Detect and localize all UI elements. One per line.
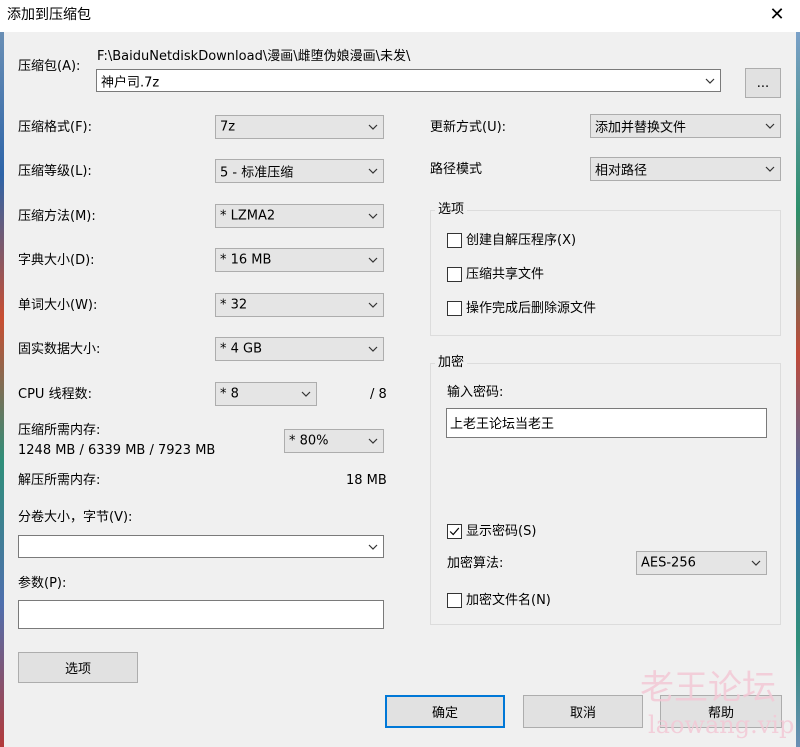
archive-name-value: 神户司.7z	[101, 75, 160, 90]
level-label: 压缩等级(L):	[18, 164, 92, 179]
path-mode-value: 相对路径	[595, 163, 648, 179]
method-label: 压缩方法(M):	[18, 209, 96, 224]
level-select[interactable]: 5 - 标准压缩	[215, 159, 384, 183]
dict-value: * 16 MB	[220, 252, 272, 268]
desktop-edge-left	[0, 32, 4, 747]
shared-files-checkbox[interactable]	[447, 267, 462, 282]
ok-button-label: 确定	[431, 706, 458, 721]
dict-label: 字典大小(D):	[18, 253, 95, 268]
mem-decompress-value: 18 MB	[346, 473, 387, 488]
volume-label: 分卷大小，字节(V):	[18, 510, 133, 525]
checkmark-icon	[449, 527, 460, 536]
chevron-down-icon	[368, 346, 378, 352]
path-mode-select[interactable]: 相对路径	[590, 157, 781, 181]
update-value: 添加并替换文件	[595, 120, 687, 136]
desktop-edge-right	[796, 32, 800, 747]
encrypt-names-checkbox[interactable]	[447, 593, 462, 608]
chevron-down-icon	[765, 123, 775, 129]
archive-label: 压缩包(A):	[18, 59, 81, 74]
mem-decompress-label: 解压所需内存:	[18, 473, 101, 488]
params-input[interactable]	[18, 600, 384, 629]
word-label: 单词大小(W):	[18, 298, 98, 313]
watermark-text: 老王论坛	[640, 668, 776, 708]
chevron-down-icon	[368, 124, 378, 130]
options-group-title: 选项	[435, 202, 468, 218]
solid-label: 固实数据大小:	[18, 342, 101, 357]
format-select[interactable]: 7z	[215, 115, 384, 139]
title-bar	[0, 0, 800, 32]
encryption-group	[430, 363, 781, 625]
options-button[interactable]: 选项	[18, 652, 138, 683]
encrypt-names-label[interactable]: 加密文件名(N)	[466, 593, 551, 609]
format-label: 压缩格式(F):	[18, 120, 93, 135]
solid-select[interactable]: * 4 GB	[215, 337, 384, 361]
chevron-down-icon	[368, 257, 378, 263]
sfx-checkbox[interactable]	[447, 233, 462, 248]
chevron-down-icon[interactable]	[705, 78, 715, 84]
method-value: * LZMA2	[220, 208, 276, 224]
window-title: 添加到压缩包	[7, 7, 91, 23]
ok-button[interactable]: 确定	[385, 695, 505, 728]
encryption-method-value: AES-256	[641, 555, 696, 571]
show-password-label[interactable]: 显示密码(S)	[466, 524, 536, 540]
threads-select[interactable]: * 8	[215, 382, 317, 406]
watermark-url: laowang.vip	[648, 711, 795, 739]
browse-button[interactable]: ...	[745, 68, 781, 98]
method-select[interactable]: * LZMA2	[215, 204, 384, 228]
chevron-down-icon	[368, 438, 378, 444]
password-label: 输入密码:	[447, 385, 504, 400]
word-value: * 32	[220, 297, 248, 313]
level-value: 5 - 标准压缩	[220, 165, 294, 181]
update-select[interactable]: 添加并替换文件	[590, 114, 781, 138]
threads-value: * 8	[220, 386, 239, 402]
mem-compress-label: 压缩所需内存:	[18, 423, 101, 438]
dict-select[interactable]: * 16 MB	[215, 248, 384, 272]
password-input[interactable]: 上老王论坛当老王	[446, 408, 767, 438]
mem-compress-detail: 1248 MB / 6339 MB / 7923 MB	[18, 443, 216, 458]
chevron-down-icon	[751, 560, 761, 566]
encryption-method-select[interactable]: AES-256	[636, 551, 767, 575]
browse-button-label: ...	[756, 75, 770, 91]
mem-compress-value: * 80%	[289, 433, 329, 449]
word-select[interactable]: * 32	[215, 293, 384, 317]
cancel-button-label: 取消	[569, 706, 596, 721]
mem-compress-select[interactable]: * 80%	[284, 429, 384, 453]
sfx-label[interactable]: 创建自解压程序(X)	[466, 233, 576, 249]
chevron-down-icon	[368, 168, 378, 174]
close-icon: ✕	[769, 4, 785, 25]
chevron-down-icon	[368, 302, 378, 308]
threads-max: / 8	[370, 387, 387, 402]
volume-combobox[interactable]	[18, 535, 384, 558]
update-label: 更新方式(U):	[430, 120, 507, 135]
chevron-down-icon[interactable]	[368, 544, 378, 550]
solid-value: * 4 GB	[220, 341, 263, 357]
chevron-down-icon	[765, 166, 775, 172]
password-value: 上老王论坛当老王	[450, 417, 555, 432]
delete-source-checkbox[interactable]	[447, 301, 462, 316]
delete-source-label[interactable]: 操作完成后删除源文件	[466, 301, 596, 317]
format-value: 7z	[220, 119, 236, 135]
shared-files-label[interactable]: 压缩共享文件	[466, 267, 544, 283]
threads-label: CPU 线程数:	[18, 387, 92, 402]
cancel-button[interactable]: 取消	[523, 695, 643, 728]
path-mode-label: 路径模式	[430, 162, 483, 177]
archive-path: F:\BaiduNetdiskDownload\漫画\雌堕伪娘漫画\未发\	[97, 49, 411, 64]
chevron-down-icon	[301, 391, 311, 397]
encryption-method-label: 加密算法:	[447, 556, 504, 571]
encryption-group-title: 加密	[435, 355, 468, 371]
show-password-checkbox[interactable]	[447, 524, 462, 539]
archive-name-combobox[interactable]: 神户司.7z	[96, 69, 721, 92]
options-button-label: 选项	[64, 662, 91, 677]
params-label: 参数(P):	[18, 576, 67, 591]
chevron-down-icon	[368, 213, 378, 219]
close-button[interactable]: ✕	[762, 2, 792, 28]
